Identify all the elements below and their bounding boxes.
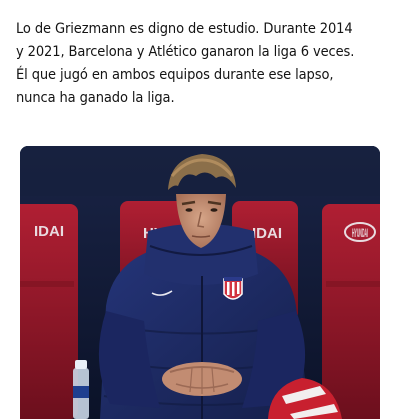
post-caption: Lo de Griezmann es digno de estudio. Dur… <box>16 18 388 110</box>
caption-line: nunca ha ganado la liga. <box>16 90 175 106</box>
seat-logo-text: HYUNDAI <box>352 226 368 240</box>
caption-line: Él que jugó en ambos equipos durante ese… <box>16 67 334 83</box>
seat-logo-text: IDAI <box>34 223 64 240</box>
meme-post: Lo de Griezmann es digno de estudio. Dur… <box>0 0 400 419</box>
player-on-bench-photo: IDAI HY IDAI HYUNDAI <box>20 146 380 419</box>
seat-logo-text: IDAI <box>252 225 282 242</box>
photo-illustration: IDAI HY IDAI HYUNDAI <box>20 146 380 419</box>
caption-line: y 2021, Barcelona y Atlético ganaron la … <box>16 44 355 60</box>
clasped-hands <box>162 362 242 396</box>
club-crest-icon <box>223 277 243 300</box>
water-bottle <box>73 360 89 419</box>
caption-line: Lo de Griezmann es digno de estudio. Dur… <box>16 21 353 37</box>
